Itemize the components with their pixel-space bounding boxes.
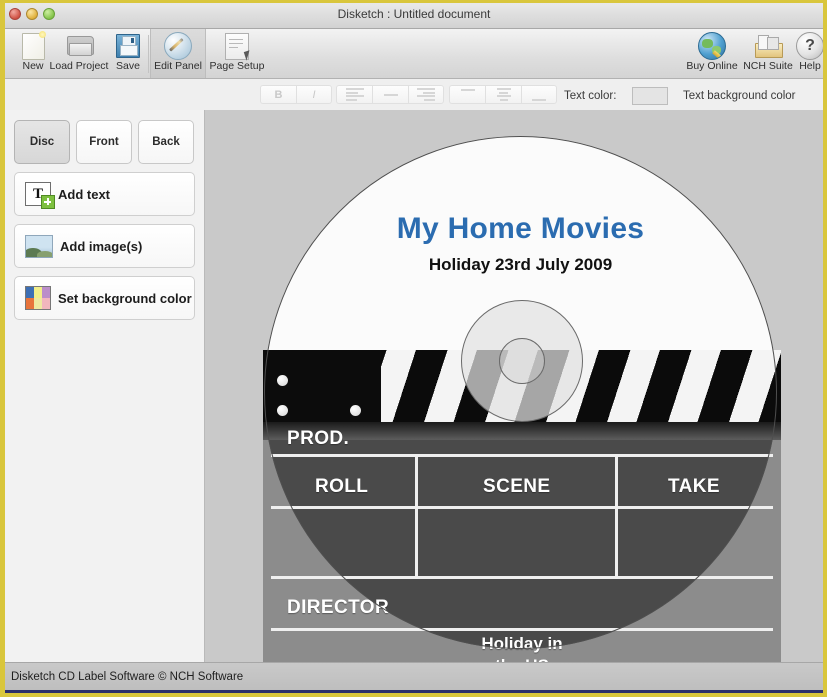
question-circle-icon: ? (796, 31, 823, 61)
suite-box-icon (755, 31, 783, 61)
text-background-color-label: Text background color (683, 90, 796, 102)
window-title: Disketch : Untitled document (337, 7, 491, 21)
clapper-rivet (350, 405, 361, 416)
help-button[interactable]: ? Help (795, 29, 823, 78)
tab-disc-label: Disc (29, 136, 55, 148)
load-project-button-label: Load Project (49, 60, 109, 72)
edit-panel-button-label: Edit Panel (154, 60, 202, 72)
side-tabs: Disc Front Back (14, 120, 194, 164)
new-document-icon (21, 30, 46, 61)
tab-front[interactable]: Front (76, 120, 132, 164)
set-background-color-button-label: Set background color (58, 290, 192, 306)
text-color-label: Text color: (564, 90, 617, 102)
left-sidebar: Disc Front Back T Add text Add image(s) … (5, 110, 205, 663)
nch-suite-button[interactable]: NCH Suite (741, 29, 795, 78)
disc-hub-hole (499, 338, 545, 384)
app-window: Disketch : Untitled document New Load Pr… (0, 0, 827, 697)
alignment-group (336, 85, 444, 104)
scene-label: SCENE (483, 476, 551, 497)
text-color-swatch[interactable] (632, 87, 668, 105)
tab-disc[interactable]: Disc (14, 120, 70, 164)
window-inner: Disketch : Untitled document New Load Pr… (5, 3, 823, 693)
tab-back[interactable]: Back (138, 120, 194, 164)
new-button-label: New (22, 60, 44, 72)
save-button[interactable]: Save (110, 29, 146, 78)
disc-subtitle-text[interactable]: Holiday 23rd July 2009 (264, 255, 777, 275)
add-image-icon (25, 234, 53, 258)
director-label: DIRECTOR (287, 597, 390, 618)
italic-label: I (312, 88, 316, 101)
save-button-label: Save (116, 60, 140, 72)
tab-back-label: Back (152, 136, 180, 148)
page-setup-button[interactable]: Page Setup (207, 29, 267, 78)
line-bottom-icon[interactable] (521, 85, 557, 104)
main-toolbar: New Load Project Save Edit Panel Page Se… (5, 29, 823, 79)
line-spacing-group (449, 85, 557, 104)
line-top-icon[interactable] (449, 85, 485, 104)
color-swatch-icon (25, 286, 51, 310)
add-images-button[interactable]: Add image(s) (14, 224, 195, 268)
tab-front-label: Front (89, 136, 119, 148)
roll-label: ROLL (315, 476, 369, 497)
align-right-icon[interactable] (408, 85, 444, 104)
add-text-button-label: Add text (58, 186, 110, 202)
folder-open-icon (66, 31, 94, 61)
add-images-button-label: Add image(s) (60, 238, 143, 254)
bold-button[interactable]: B (260, 85, 296, 104)
line-spacing-icon[interactable] (485, 85, 521, 104)
add-text-button[interactable]: T Add text (14, 172, 195, 216)
add-text-icon: T (25, 182, 55, 209)
canvas-scroll-area[interactable]: PROD. ROLL SCENE TAKE DIRECTOR Holiday i… (205, 110, 823, 663)
scene-value-text[interactable]: Holiday in the US (427, 633, 617, 663)
set-background-color-button[interactable]: Set background color (14, 276, 195, 320)
align-center-rule-icon[interactable] (372, 85, 408, 104)
clapper-rivet (277, 405, 288, 416)
disc-title-text[interactable]: My Home Movies (264, 212, 777, 246)
page-setup-icon (225, 31, 253, 61)
disc-canvas[interactable]: PROD. ROLL SCENE TAKE DIRECTOR Holiday i… (205, 110, 823, 663)
status-accent-line (5, 690, 823, 693)
status-text: Disketch CD Label Software © NCH Softwar… (11, 671, 244, 683)
clapper-rivet (277, 375, 288, 386)
buy-online-button-label: Buy Online (686, 60, 738, 72)
edit-panel-button[interactable]: Edit Panel (150, 29, 206, 78)
take-label: TAKE (668, 476, 720, 497)
buy-online-button[interactable]: Buy Online (683, 29, 741, 78)
page-setup-button-label: Page Setup (209, 60, 265, 72)
help-button-label: Help (799, 60, 821, 72)
title-bar: Disketch : Untitled document (5, 3, 823, 29)
nch-suite-button-label: NCH Suite (743, 60, 793, 72)
load-project-button[interactable]: Load Project (48, 29, 110, 78)
italic-button[interactable]: I (296, 85, 332, 104)
status-bar: Disketch CD Label Software © NCH Softwar… (5, 662, 823, 693)
globe-key-icon (698, 31, 726, 61)
bold-label: B (274, 88, 283, 101)
align-left-icon[interactable] (336, 85, 372, 104)
prod-label: PROD. (287, 428, 350, 449)
text-style-group: B I (260, 85, 332, 104)
floppy-disk-icon (116, 31, 140, 61)
format-toolbar: B I Text color: Text background color (5, 79, 823, 112)
pencil-circle-icon (164, 31, 192, 61)
scene-value-line1: Holiday in (481, 634, 563, 653)
